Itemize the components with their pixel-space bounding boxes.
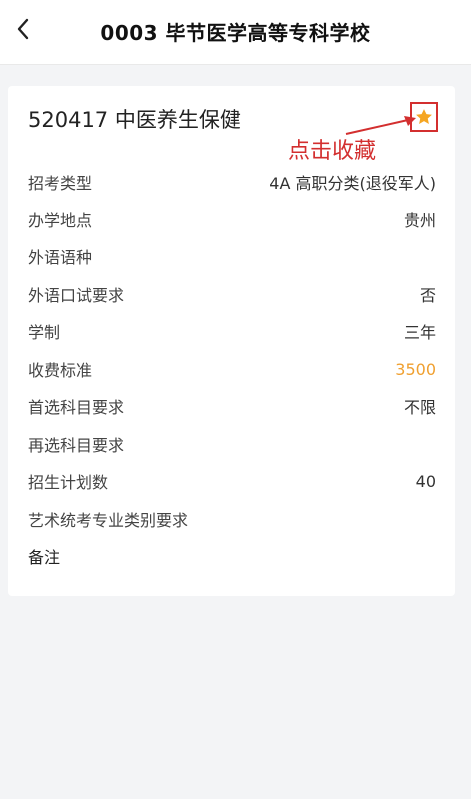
field-label: 再选科目要求 — [28, 436, 125, 455]
field-label: 首选科目要求 — [28, 398, 125, 417]
field-label: 外语语种 — [28, 248, 93, 267]
field-row-first-subject: 首选科目要求 不限 — [28, 394, 436, 418]
tuition-value: 3500 — [395, 359, 436, 379]
field-value: 否 — [419, 286, 436, 305]
favorite-annotation: 点击收藏 — [288, 139, 377, 164]
field-value: 贵州 — [403, 211, 436, 230]
field-row-location: 办学地点 贵州 — [28, 207, 436, 231]
field-value: 三年 — [403, 323, 436, 342]
field-label: 学制 — [28, 323, 61, 342]
major-detail-card: 520417 中医养生保健 点击收藏 招考类型 4A 高职分类(退役军人) 办学… — [8, 86, 455, 596]
field-label: 办学地点 — [28, 211, 93, 230]
top-bar: 0003 毕节医学高等专科学校 — [0, 0, 471, 65]
field-label: 收费标准 — [28, 361, 93, 380]
field-row-second-subject: 再选科目要求 — [28, 432, 436, 456]
field-row-language: 外语语种 — [28, 244, 436, 268]
field-row-tuition: 收费标准 3500 — [28, 357, 436, 381]
field-value: 40 — [415, 471, 436, 491]
major-title: 520417 中医养生保健 — [28, 108, 241, 132]
field-row-remarks: 备注 — [28, 544, 436, 568]
field-value: 4A 高职分类(退役军人) — [269, 174, 436, 193]
page-title: 0003 毕节医学高等专科学校 — [100, 21, 371, 45]
field-row-duration: 学制 三年 — [28, 319, 436, 343]
field-row-enrollment-plan: 招生计划数 40 — [28, 469, 436, 493]
field-row-art-category: 艺术统考专业类别要求 — [28, 507, 436, 531]
field-row-oral-exam: 外语口试要求 否 — [28, 282, 436, 306]
field-label: 招考类型 — [28, 174, 93, 193]
field-label: 备注 — [28, 548, 61, 567]
field-row-exam-type: 招考类型 4A 高职分类(退役军人) — [28, 170, 436, 194]
field-label: 招生计划数 — [28, 473, 109, 492]
field-label: 艺术统考专业类别要求 — [28, 511, 189, 530]
field-label: 外语口试要求 — [28, 286, 125, 305]
field-value: 不限 — [403, 398, 436, 417]
